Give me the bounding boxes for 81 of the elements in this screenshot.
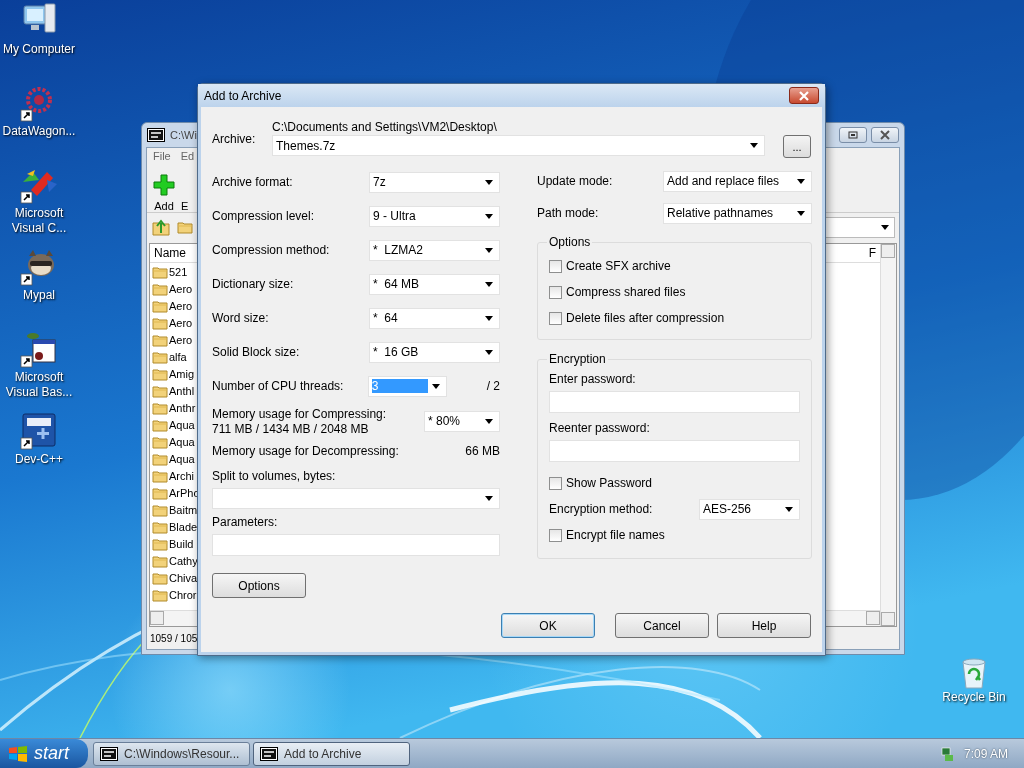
- field-label: Solid Block size:: [212, 345, 300, 359]
- dialog-button[interactable]: OK: [501, 613, 595, 638]
- field-label: Compression level:: [212, 209, 315, 223]
- file-name[interactable]: Blade: [169, 520, 198, 533]
- dropdown[interactable]: AES-256: [699, 498, 800, 520]
- icon-label[interactable]: My Computer: [0, 42, 78, 57]
- status-text: 1059 / 105: [150, 632, 198, 644]
- column-header[interactable]: F: [868, 246, 876, 260]
- column-header[interactable]: Name: [154, 246, 186, 260]
- checkbox-label[interactable]: Create SFX archive: [566, 259, 671, 273]
- file-name[interactable]: Aero: [169, 333, 193, 346]
- field-label: Path mode:: [537, 206, 599, 220]
- dropdown[interactable]: * 64: [369, 307, 500, 329]
- toolbar-label[interactable]: Add: [154, 200, 174, 212]
- file-name[interactable]: Build: [169, 537, 194, 550]
- dropdown[interactable]: 9 - Ultra: [369, 205, 500, 227]
- field-label: Compression method:: [212, 243, 330, 257]
- file-name[interactable]: Anthl: [169, 384, 195, 397]
- file-name[interactable]: Aqua: [169, 452, 195, 465]
- checkbox-label[interactable]: Compress shared files: [566, 285, 686, 299]
- dropdown[interactable]: * 16 GB: [369, 341, 500, 363]
- field-label: Word size:: [212, 311, 269, 325]
- file-name[interactable]: Aero: [169, 299, 193, 312]
- group-title: Encryption: [548, 352, 607, 366]
- archive-path: C:\Documents and Settings\VM2\Desktop\: [272, 120, 498, 134]
- field-label: Enter password:: [549, 372, 637, 386]
- file-name[interactable]: Aqua: [169, 435, 195, 448]
- icon-label[interactable]: Dev-C++: [0, 452, 78, 467]
- checkbox-label[interactable]: Delete files after compression: [566, 311, 725, 325]
- dropdown[interactable]: 7z: [369, 171, 500, 193]
- dropdown[interactable]: * 80%: [424, 410, 500, 432]
- group-title: Options: [548, 235, 592, 249]
- file-name[interactable]: Aqua: [169, 418, 195, 431]
- field-label: Update mode:: [537, 174, 613, 188]
- file-name[interactable]: Chiva: [169, 571, 198, 584]
- dropdown[interactable]: Relative pathnames: [663, 202, 812, 224]
- memory-usage: 711 MB / 1434 MB / 2048 MB: [212, 421, 370, 436]
- file-name[interactable]: 521: [169, 265, 188, 278]
- field-label: Memory usage for Decompressing:: [212, 444, 399, 458]
- dialog-button[interactable]: Help: [717, 613, 811, 638]
- field-label: Reenter password:: [549, 421, 651, 435]
- browse-button[interactable]: ...: [783, 135, 811, 158]
- field-label: Archive:: [212, 131, 257, 146]
- icon-label[interactable]: Microsoft Visual C...: [0, 206, 78, 236]
- menu-item[interactable]: Ed: [180, 150, 195, 162]
- file-name[interactable]: Archi: [169, 469, 195, 482]
- icon-label[interactable]: Mypal: [0, 288, 78, 303]
- file-name[interactable]: Anthr: [169, 401, 196, 414]
- dropdown[interactable]: Add and replace files: [663, 170, 812, 192]
- icon-label[interactable]: Microsoft Visual Bas...: [0, 370, 78, 400]
- field-label: Archive format:: [212, 175, 293, 189]
- start-button[interactable]: start: [0, 739, 88, 768]
- options-button[interactable]: Options: [212, 573, 306, 598]
- checkbox-label[interactable]: Encrypt file names: [566, 528, 665, 542]
- file-name[interactable]: Cathy: [169, 554, 198, 567]
- file-name[interactable]: Amig: [169, 367, 195, 380]
- dropdown[interactable]: * LZMA2: [369, 239, 500, 261]
- toolbar-label[interactable]: E: [181, 200, 189, 212]
- file-name[interactable]: Aero: [169, 282, 193, 295]
- dialog-button[interactable]: Cancel: [615, 613, 709, 638]
- field-label: Encryption method:: [549, 502, 653, 516]
- field-label: Parameters:: [212, 515, 279, 529]
- file-name[interactable]: Baitm: [169, 503, 198, 516]
- thread-count: / 2: [486, 379, 500, 393]
- field-label: Number of CPU threads:: [212, 379, 344, 393]
- field-label: Split to volumes, bytes:: [212, 469, 337, 483]
- window-title: C:\Wi: [170, 129, 197, 141]
- menu-item[interactable]: File: [153, 150, 171, 162]
- taskbar-button[interactable]: C:\Windows\Resour...: [93, 741, 250, 766]
- dropdown[interactable]: Themes.7z: [272, 135, 765, 156]
- memory-value: 66 MB: [465, 444, 500, 458]
- icon-label[interactable]: DataWagon...: [0, 124, 78, 139]
- field-label: Dictionary size:: [212, 277, 294, 291]
- file-name[interactable]: alfa: [169, 350, 187, 363]
- dropdown[interactable]: * 64 MB: [369, 273, 500, 295]
- window-title: Add to Archive: [204, 88, 282, 103]
- file-name[interactable]: Aero: [169, 316, 193, 329]
- field-label: Memory usage for Compressing:: [212, 406, 387, 421]
- file-name[interactable]: Chror: [169, 588, 197, 601]
- checkbox-label[interactable]: Show Password: [566, 476, 653, 490]
- taskbar-button[interactable]: Add to Archive: [253, 741, 410, 766]
